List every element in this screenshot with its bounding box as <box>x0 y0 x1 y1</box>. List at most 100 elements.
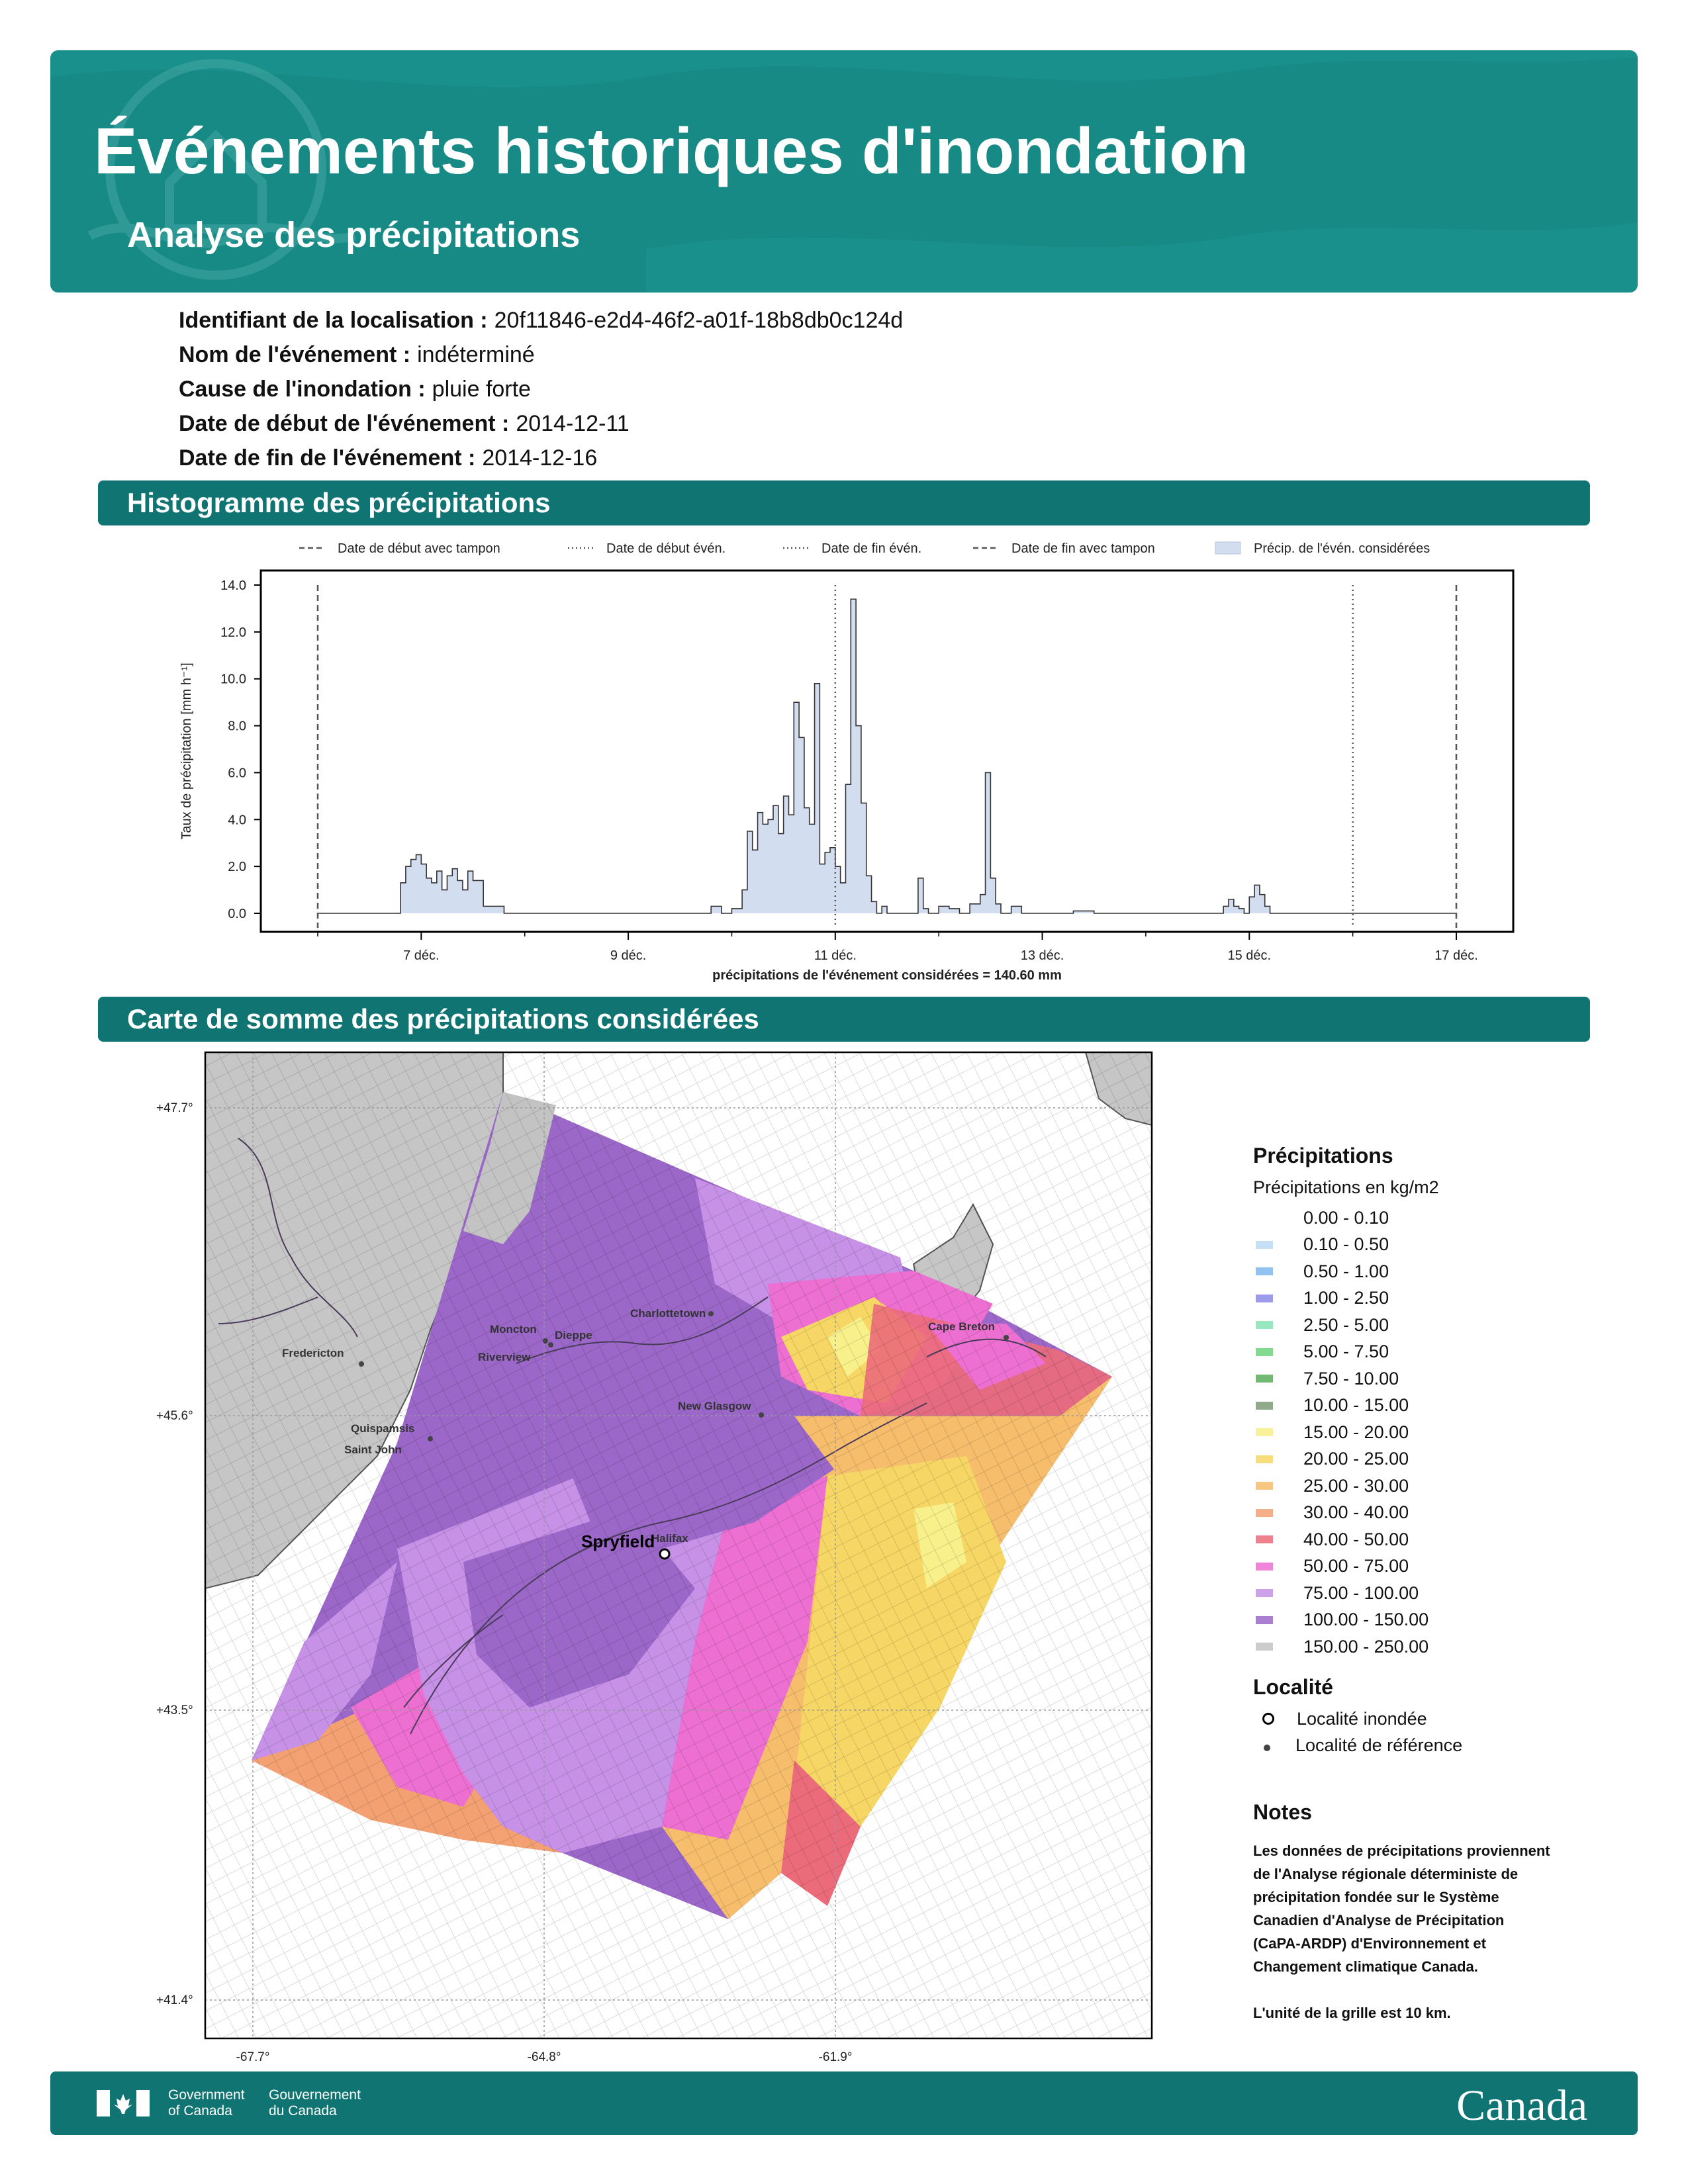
info-value: 2014-12-11 <box>516 411 630 436</box>
legend-fill-swatch <box>1215 541 1241 555</box>
legend-bin-label: 40.00 - 50.00 <box>1303 1529 1409 1549</box>
footer: Government of Canada Gouvernement du Can… <box>50 2071 1638 2135</box>
info-label: Date de début de l'événement : <box>179 411 510 436</box>
y-tick-label: 4.0 <box>228 813 246 827</box>
notes-line: Les données de précipitations proviennen… <box>1253 1842 1550 1859</box>
y-tick-label: 8.0 <box>228 719 246 734</box>
legend-bin-row: 15.00 - 20.00 <box>1253 1419 1624 1446</box>
legend-swatch <box>1256 1562 1273 1570</box>
legend-entry: Date de fin évén. <box>821 541 921 556</box>
y-tick-label: 6.0 <box>228 766 246 780</box>
legend-bin-row: 75.00 - 100.00 <box>1253 1580 1624 1607</box>
legend-bin-label: 0.10 - 0.50 <box>1303 1234 1389 1255</box>
city-marker <box>708 1311 714 1316</box>
legend-swatch <box>1256 1294 1273 1302</box>
legend-bin-row: 0.10 - 0.50 <box>1253 1232 1624 1259</box>
x-tick-label: 11 déc. <box>814 948 857 963</box>
notes-line: précipitation fondée sur le Système <box>1253 1888 1499 1905</box>
notes-line: de l'Analyse régionale déterministe de <box>1253 1865 1519 1882</box>
legend-reference-row: Localité de référence <box>1253 1735 1624 1762</box>
legend-bin-row: 20.00 - 25.00 <box>1253 1446 1624 1473</box>
legend-bin-row: 2.50 - 5.00 <box>1253 1312 1624 1339</box>
legend-bin-label: 5.00 - 7.50 <box>1303 1342 1389 1362</box>
y-tick-label: 2.0 <box>228 860 246 874</box>
legend-bin-label: 7.50 - 10.00 <box>1303 1368 1399 1388</box>
city-label: Quispamsis <box>351 1422 414 1435</box>
legend-bin-label: 75.00 - 100.00 <box>1303 1582 1419 1603</box>
info-row-event-name: Nom de l'événement : indéterminé <box>179 338 903 372</box>
event-info: Identifiant de la localisation :20f11846… <box>179 303 903 475</box>
section-header-histogram: Histogramme des précipitations <box>98 480 1590 525</box>
info-value: indéterminé <box>417 342 535 367</box>
info-label: Cause de l'inondation : <box>179 377 426 402</box>
legend-swatch <box>1256 1321 1273 1330</box>
y-axis-label: Taux de précipitation [mm h⁻¹] <box>179 662 194 839</box>
x-tick-label: 17 déc. <box>1434 948 1478 963</box>
city-label: New Glasgow <box>678 1400 751 1412</box>
flooded-locality-marker <box>659 1548 671 1560</box>
legend-bin-row: 25.00 - 30.00 <box>1253 1473 1624 1500</box>
grid-note: L'unité de la grille est 10 km. <box>1253 2004 1451 2021</box>
x-tick-label: 7 déc. <box>403 948 439 963</box>
city-marker <box>543 1338 548 1343</box>
x-tick-label: 13 déc. <box>1021 948 1064 963</box>
city-label: Saint John <box>344 1443 402 1456</box>
info-value: pluie forte <box>432 377 531 402</box>
lon-label: -61.9° <box>819 2050 853 2064</box>
page-subtitle: Analyse des précipitations <box>127 215 581 255</box>
y-tick-label: 10.0 <box>220 672 246 687</box>
precipitation-map: Fredericton Moncton Dieppe Riverview Cha… <box>0 1046 1192 2065</box>
x-tick-label: 15 déc. <box>1227 948 1271 963</box>
legend-bin-row: 1.00 - 2.50 <box>1253 1285 1624 1312</box>
gov-en: Government of Canada <box>168 2087 245 2119</box>
flooded-label: Localité inondée <box>1297 1708 1427 1729</box>
header-banner: Événements historiques d'inondation Anal… <box>50 50 1638 293</box>
legend-bin-label: 15.00 - 20.00 <box>1303 1422 1409 1442</box>
y-tick-label: 14.0 <box>220 578 246 593</box>
lon-label: -67.7° <box>236 2050 270 2064</box>
legend-swatch <box>1256 1643 1273 1651</box>
gov-fr: Gouvernement du Canada <box>269 2087 361 2119</box>
legend-swatch <box>1256 1482 1273 1490</box>
legend-bin-row: 7.50 - 10.00 <box>1253 1365 1624 1392</box>
precip-step-line <box>318 598 1456 914</box>
info-label: Nom de l'événement : <box>179 342 411 367</box>
legend-entry: Date de fin avec tampon <box>1011 541 1155 556</box>
legend-bin-row: 0.50 - 1.00 <box>1253 1258 1624 1285</box>
legend-swatch <box>1256 1375 1273 1383</box>
flooded-marker-icon <box>1262 1712 1274 1725</box>
legend-swatch <box>1256 1214 1273 1222</box>
notes-text: Les données de précipitations proviennen… <box>1253 1839 1624 2025</box>
legend-swatch <box>1256 1347 1273 1356</box>
x-axis-label: précipitations de l'événement considérée… <box>712 968 1062 983</box>
legend-swatch <box>1256 1508 1273 1517</box>
legend-swatch <box>1256 1535 1273 1544</box>
legend-entry: Date de début avec tampon <box>338 541 500 556</box>
reference-marker-icon <box>1264 1744 1270 1751</box>
legend-bins: 0.00 - 0.10 0.10 - 0.50 0.50 - 1.00 1.00 - … <box>1253 1205 1624 1661</box>
lat-label: +43.5° <box>156 1704 193 1717</box>
city-label: Moncton <box>490 1323 537 1336</box>
legend-bin-row: 100.00 - 150.00 <box>1253 1607 1624 1634</box>
notes-line: (CaPA-ARDP) d'Environnement et <box>1253 1934 1486 1952</box>
legend-bin-row: 150.00 - 250.00 <box>1253 1633 1624 1661</box>
legend-bin-row: 40.00 - 50.00 <box>1253 1526 1624 1553</box>
legend-swatch <box>1256 1428 1273 1437</box>
legend-bin-label: 1.00 - 2.50 <box>1303 1288 1389 1308</box>
map-svg: Fredericton Moncton Dieppe Riverview Cha… <box>156 1051 1153 2064</box>
event-precip-fill <box>318 599 1456 913</box>
city-marker <box>759 1412 764 1418</box>
legend-entry: Précip. de l'évén. considérées <box>1254 541 1430 556</box>
legend-bin-label: 0.50 - 1.00 <box>1303 1261 1389 1281</box>
gov-en-line: of Canada <box>168 2103 232 2118</box>
y-tick-label: 12.0 <box>220 625 246 640</box>
section-title: Histogramme des précipitations <box>127 487 551 518</box>
legend-swatch <box>1256 1615 1273 1624</box>
canada-flag-icon <box>97 2090 150 2116</box>
x-tick-label: 9 déc. <box>610 948 646 963</box>
city-label: Halifax <box>651 1532 688 1545</box>
notes-title: Notes <box>1253 1799 1312 1824</box>
legend-swatch <box>1256 1267 1273 1276</box>
info-value: 20f11846-e2d4-46f2-a01f-18b8db0c124d <box>494 308 904 333</box>
city-marker <box>359 1361 364 1367</box>
